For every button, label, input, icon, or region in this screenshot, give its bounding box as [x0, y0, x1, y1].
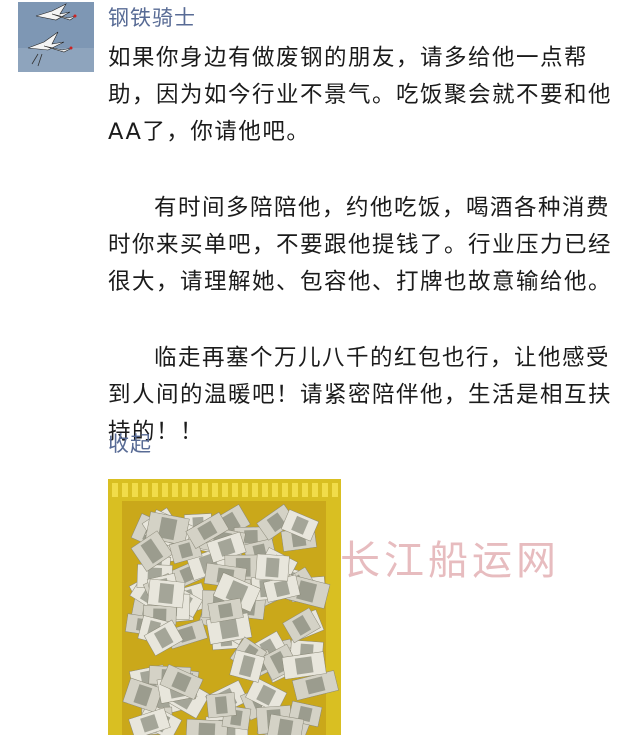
post-photo[interactable] — [108, 479, 341, 735]
post-text: 如果你身边有做废钢的朋友，请多给他一点帮助，因为如今行业不景气。吃饭聚会就不要和… — [108, 40, 628, 451]
paragraph-2: 有时间多陪陪他，约他吃饭，喝酒各种消费时你来买单吧，不要跟他提钱了。行业压力已经… — [108, 195, 613, 295]
crate-of-banknotes-image — [108, 479, 341, 735]
author-avatar[interactable] — [18, 2, 94, 72]
author-name[interactable]: 钢铁骑士 — [108, 2, 196, 32]
paragraph-3: 临走再塞个万儿八千的红包也行，让他感受到人间的温暖吧！请紧密陪伴他，生活是相互扶… — [108, 345, 613, 445]
watermark-text: 长江船运网 — [340, 538, 560, 584]
paragraph-1: 如果你身边有做废钢的朋友，请多给他一点帮助，因为如今行业不景气。吃饭聚会就不要和… — [108, 45, 613, 145]
collapse-link[interactable]: 收起 — [108, 428, 152, 458]
crane-bird-icon — [18, 2, 94, 72]
